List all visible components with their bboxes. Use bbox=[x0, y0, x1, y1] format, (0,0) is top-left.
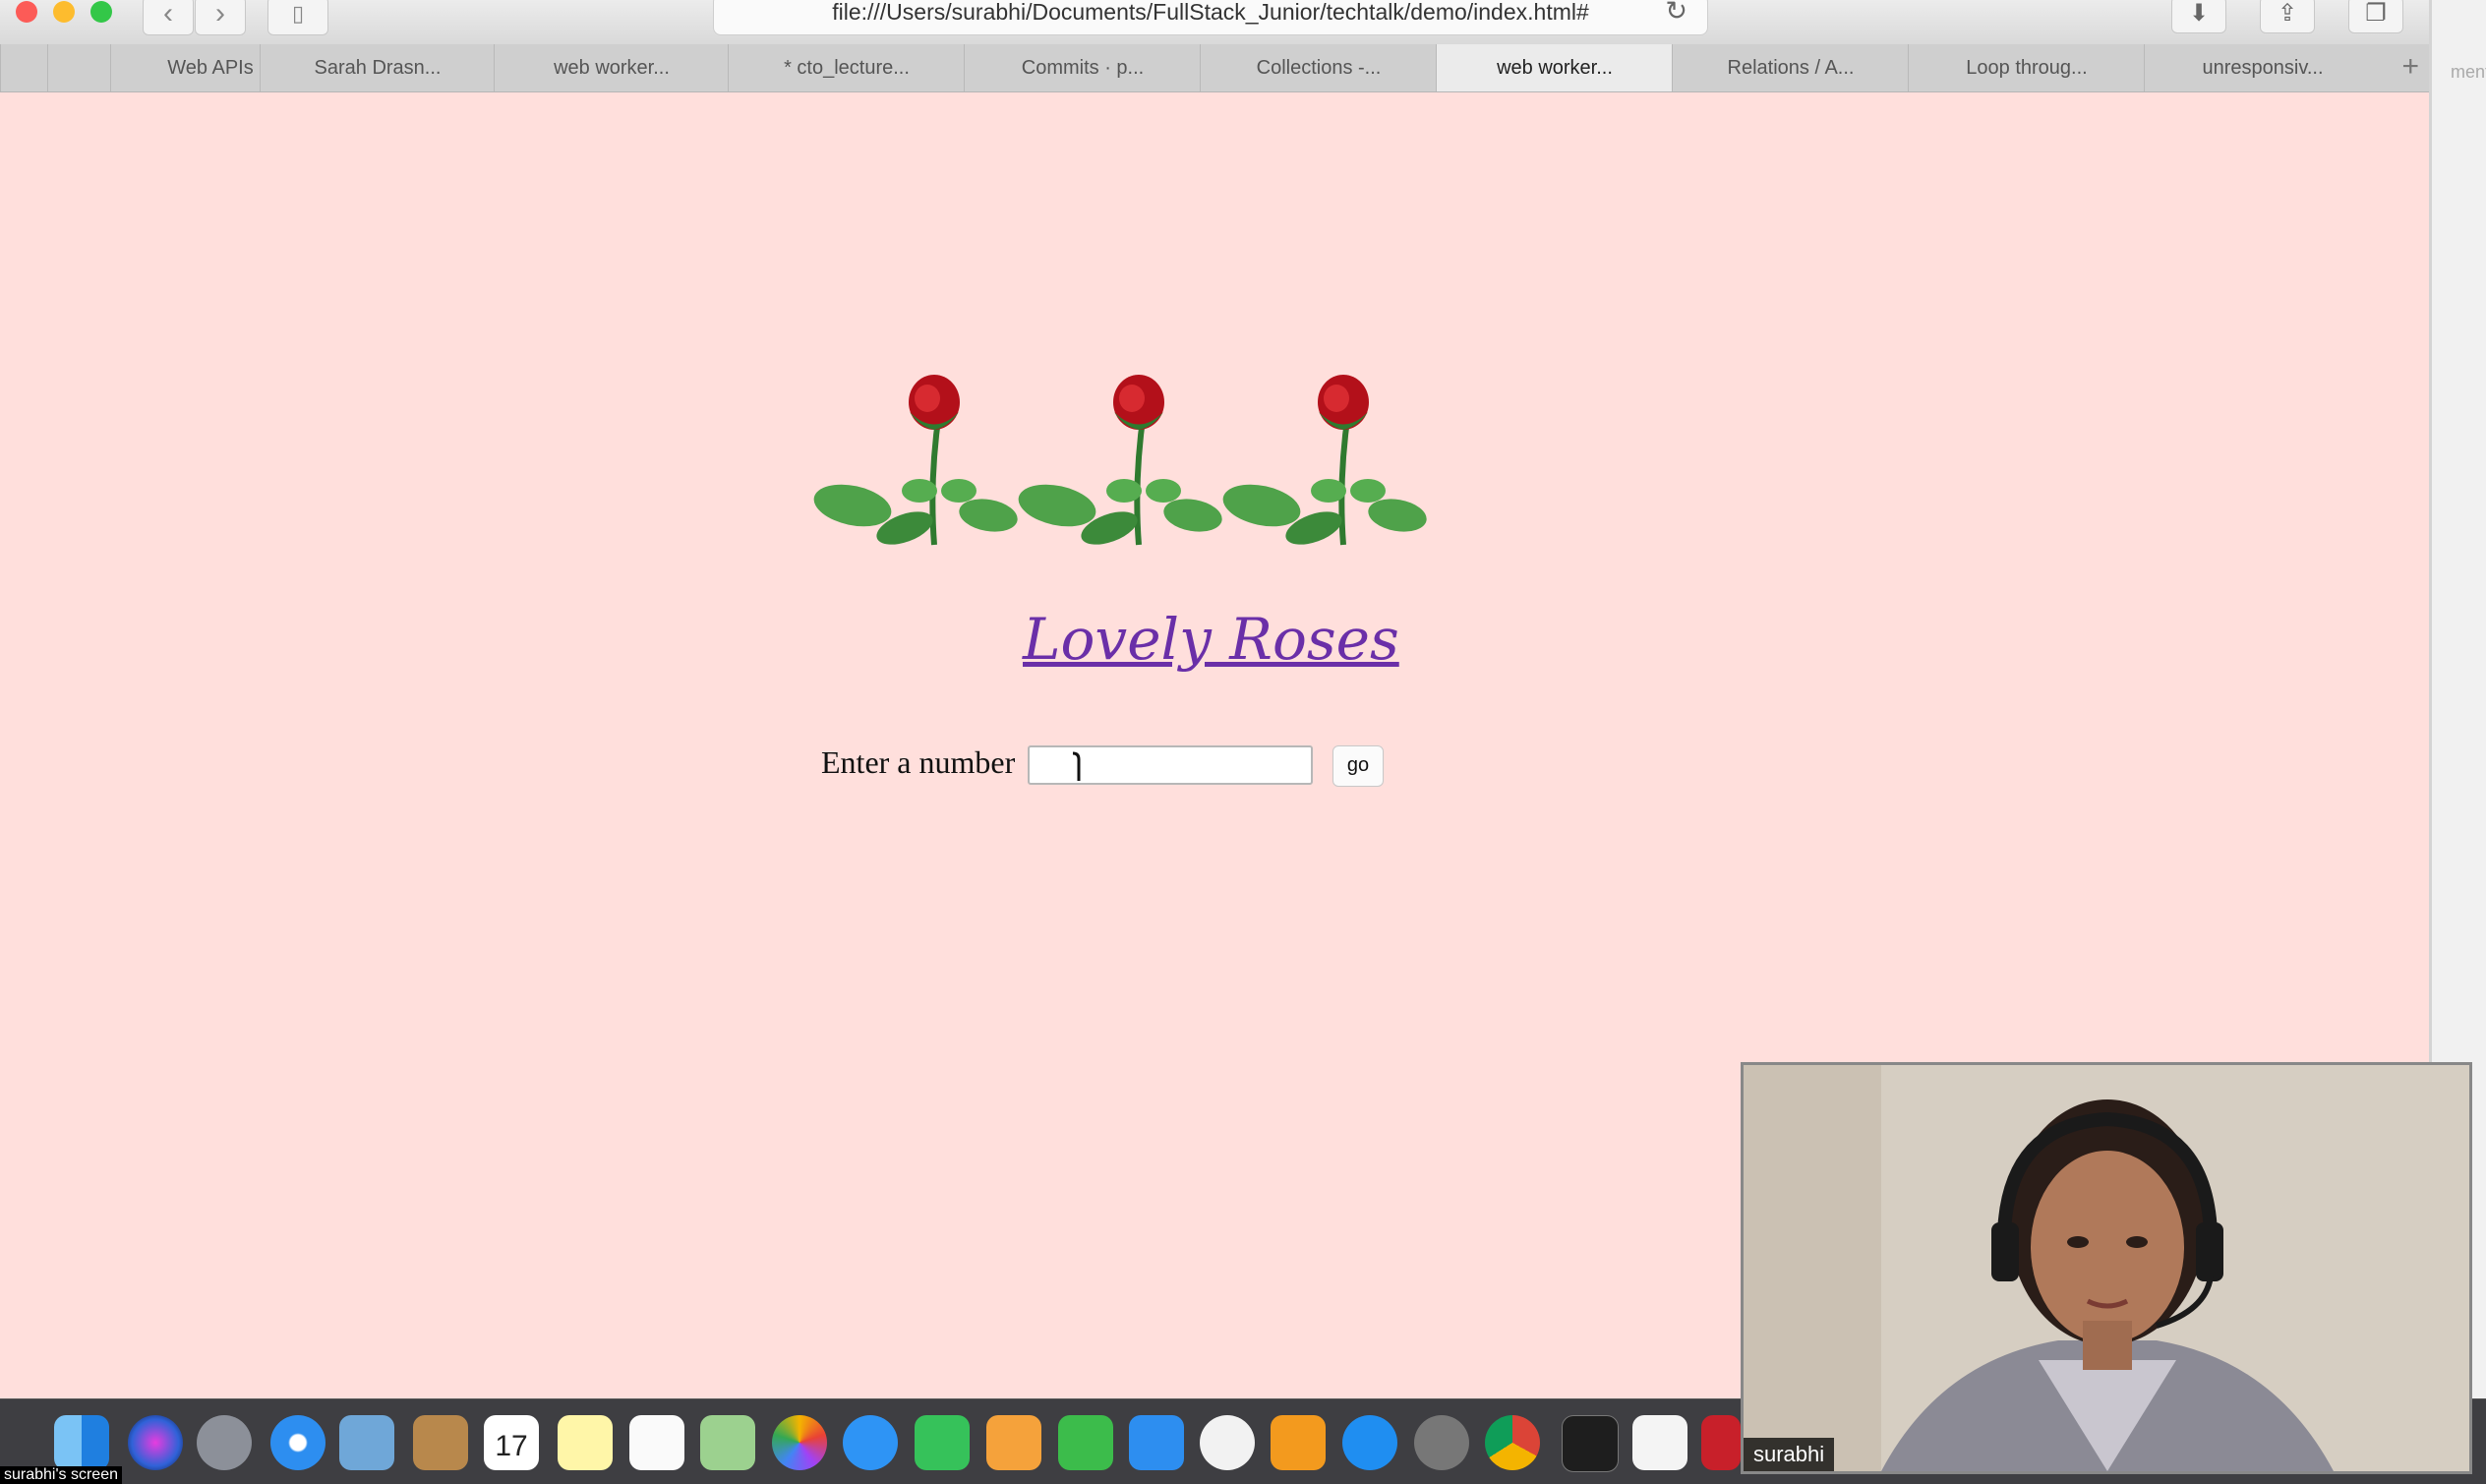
tab[interactable]: Sarah Drasn... bbox=[260, 44, 495, 91]
launchpad-icon[interactable] bbox=[197, 1415, 252, 1470]
tab[interactable]: web worker... bbox=[494, 44, 729, 91]
system-preferences-icon[interactable] bbox=[1414, 1415, 1469, 1470]
url-text: file:///Users/surabhi/Documents/FullStac… bbox=[832, 0, 1589, 25]
maps-icon[interactable] bbox=[700, 1415, 755, 1470]
text-cursor-icon bbox=[1072, 751, 1081, 781]
mail-icon[interactable] bbox=[339, 1415, 394, 1470]
participant-video: surabhi bbox=[1741, 1062, 2472, 1474]
finder-icon[interactable] bbox=[54, 1415, 109, 1470]
tab-label: Web APIs bbox=[167, 57, 254, 79]
new-tab-button[interactable]: + bbox=[2401, 44, 2419, 91]
address-bar[interactable]: file:///Users/surabhi/Documents/FullStac… bbox=[713, 0, 1708, 35]
share-button[interactable]: ⇪ bbox=[2260, 0, 2315, 33]
notes-icon[interactable] bbox=[558, 1415, 613, 1470]
minimize-window-button[interactable] bbox=[53, 1, 75, 23]
tab-label: web worker... bbox=[554, 57, 670, 79]
tab-active[interactable]: web worker... bbox=[1436, 44, 1673, 91]
participant-image bbox=[1744, 1065, 2469, 1471]
messages-icon[interactable] bbox=[843, 1415, 898, 1470]
participant-name-badge: surabhi bbox=[1744, 1438, 1835, 1471]
sidebar-toggle-button[interactable]: ▯ bbox=[267, 0, 328, 35]
tab[interactable]: Relations / A... bbox=[1672, 44, 1909, 91]
calendar-icon[interactable]: 17 bbox=[484, 1415, 539, 1470]
contacts-icon[interactable] bbox=[413, 1415, 468, 1470]
tab-label: Sarah Drasn... bbox=[314, 57, 442, 79]
acrobat-icon[interactable] bbox=[1701, 1415, 1741, 1470]
rose-image bbox=[1222, 375, 1427, 546]
pinned-tab[interactable] bbox=[47, 44, 111, 91]
back-button[interactable]: ‹ bbox=[143, 0, 194, 35]
go-button[interactable]: go bbox=[1332, 745, 1384, 787]
screen-share-label: surabhi's screen bbox=[0, 1466, 122, 1484]
chrome-icon[interactable] bbox=[1485, 1415, 1540, 1470]
safari-icon[interactable] bbox=[270, 1415, 326, 1470]
title-bar: ‹ › ▯ file:///Users/surabhi/Documents/Fu… bbox=[0, 0, 2429, 44]
siri-icon[interactable] bbox=[128, 1415, 183, 1470]
tab[interactable]: unresponsiv... bbox=[2144, 44, 2381, 91]
tab-label: web worker... bbox=[1497, 57, 1613, 79]
tab-label: * cto_lecture... bbox=[784, 57, 910, 79]
calendar-day: 17 bbox=[495, 1430, 528, 1462]
terminal-icon[interactable] bbox=[1562, 1415, 1619, 1472]
tab-label: Loop throug... bbox=[1966, 57, 2088, 79]
textedit-icon[interactable] bbox=[1632, 1415, 1687, 1470]
tab[interactable]: Loop throug... bbox=[1908, 44, 2145, 91]
numbers-icon[interactable] bbox=[1058, 1415, 1113, 1470]
rose-image bbox=[1018, 375, 1222, 546]
downloads-button[interactable]: ⬇ bbox=[2171, 0, 2226, 33]
facetime-icon[interactable] bbox=[915, 1415, 970, 1470]
tab-label: unresponsiv... bbox=[2202, 57, 2324, 79]
forward-button[interactable]: › bbox=[195, 0, 246, 35]
side-panel-text: ment bbox=[2451, 62, 2486, 82]
close-window-button[interactable] bbox=[16, 1, 37, 23]
app-store-icon[interactable] bbox=[1342, 1415, 1397, 1470]
tab-bar: Web APIs Sarah Drasn... web worker... * … bbox=[0, 44, 2429, 92]
rose-image bbox=[813, 375, 1018, 546]
tab-label: Relations / A... bbox=[1727, 57, 1855, 79]
ibooks-icon[interactable] bbox=[1271, 1415, 1326, 1470]
pinned-tab[interactable] bbox=[0, 44, 48, 91]
pages-icon[interactable] bbox=[986, 1415, 1041, 1470]
number-prompt-label: Enter a number bbox=[821, 744, 1016, 780]
tab[interactable]: Collections -... bbox=[1200, 44, 1437, 91]
photos-icon[interactable] bbox=[772, 1415, 827, 1470]
reminders-icon[interactable] bbox=[629, 1415, 684, 1470]
reload-icon[interactable]: ↻ bbox=[1665, 0, 1687, 27]
itunes-icon[interactable] bbox=[1200, 1415, 1255, 1470]
tab[interactable]: Commits · p... bbox=[964, 44, 1201, 91]
tab[interactable]: * cto_lecture... bbox=[728, 44, 965, 91]
show-tabs-button[interactable]: ❐ bbox=[2348, 0, 2403, 33]
tab[interactable]: Web APIs bbox=[110, 44, 261, 91]
zoom-window-button[interactable] bbox=[90, 1, 112, 23]
page-heading: Lovely Roses bbox=[1023, 606, 1399, 673]
keynote-icon[interactable] bbox=[1129, 1415, 1184, 1470]
tab-label: Collections -... bbox=[1256, 57, 1382, 79]
number-input[interactable] bbox=[1028, 745, 1313, 785]
tab-label: Commits · p... bbox=[1021, 57, 1145, 79]
